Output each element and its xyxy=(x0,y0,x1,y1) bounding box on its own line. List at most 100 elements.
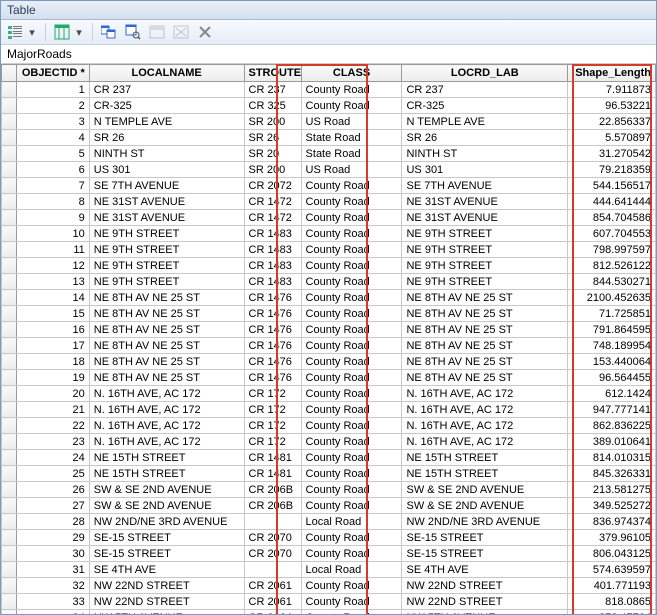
row-selector[interactable] xyxy=(2,370,17,386)
list-by-icon[interactable] xyxy=(7,24,23,40)
row-selector[interactable] xyxy=(2,514,17,530)
table-row[interactable]: 5NINTH STSR 20State RoadNINTH ST31.27054… xyxy=(2,146,656,162)
switch-selection-icon[interactable] xyxy=(149,24,165,40)
row-selector[interactable] xyxy=(2,226,17,242)
table-row[interactable]: 25NE 15TH STREETCR 1481County RoadNE 15T… xyxy=(2,466,656,482)
row-selector[interactable] xyxy=(2,578,17,594)
row-selector[interactable] xyxy=(2,498,17,514)
cell-shapelength: 153.440064 xyxy=(568,354,656,370)
row-selector[interactable] xyxy=(2,402,17,418)
cell-stroute: CR 1483 xyxy=(244,258,301,274)
row-selector[interactable] xyxy=(2,162,17,178)
cell-shapelength: 379.96105 xyxy=(568,530,656,546)
table-row[interactable]: 11NE 9TH STREETCR 1483County RoadNE 9TH … xyxy=(2,242,656,258)
cell-stroute: CR 2070 xyxy=(244,530,301,546)
table-row[interactable]: 24NE 15TH STREETCR 1481County RoadNE 15T… xyxy=(2,450,656,466)
row-selector[interactable] xyxy=(2,258,17,274)
table-row[interactable]: 29SE-15 STREETCR 2070County RoadSE-15 ST… xyxy=(2,530,656,546)
row-selector[interactable] xyxy=(2,418,17,434)
table-row[interactable]: 27SW & SE 2ND AVENUECR 206BCounty RoadSW… xyxy=(2,498,656,514)
table-options-icon[interactable] xyxy=(54,24,70,40)
table-row[interactable]: 34NW 5TH AVENUECR 2064County RoadNW 5TH … xyxy=(2,610,656,615)
col-locrdlab[interactable]: LOCRD_LAB xyxy=(402,65,568,82)
table-row[interactable]: 2CR-325CR 325County RoadCR-32596.53221 xyxy=(2,98,656,114)
table-row[interactable]: 8NE 31ST AVENUECR 1472County RoadNE 31ST… xyxy=(2,194,656,210)
table-row[interactable]: 21N. 16TH AVE, AC 172CR 172County RoadN.… xyxy=(2,402,656,418)
table-row[interactable]: 7SE 7TH AVENUECR 2072County RoadSE 7TH A… xyxy=(2,178,656,194)
row-selector[interactable] xyxy=(2,450,17,466)
table-row[interactable]: 14NE 8TH AV NE 25 STCR 1476County RoadNE… xyxy=(2,290,656,306)
table-row[interactable]: 30SE-15 STREETCR 2070County RoadSE-15 ST… xyxy=(2,546,656,562)
row-selector[interactable] xyxy=(2,82,17,98)
table-row[interactable]: 33NW 22ND STREETCR 2061County RoadNW 22N… xyxy=(2,594,656,610)
row-selector[interactable] xyxy=(2,146,17,162)
table-row[interactable]: 16NE 8TH AV NE 25 STCR 1476County RoadNE… xyxy=(2,322,656,338)
row-selector[interactable] xyxy=(2,98,17,114)
row-selector[interactable] xyxy=(2,114,17,130)
table-row[interactable]: 26SW & SE 2ND AVENUECR 206BCounty RoadSW… xyxy=(2,482,656,498)
cell-shapelength: 748.189954 xyxy=(568,338,656,354)
table-row[interactable]: 6US 301SR 200US RoadUS 30179.218359 xyxy=(2,162,656,178)
row-selector[interactable] xyxy=(2,530,17,546)
row-selector[interactable] xyxy=(2,306,17,322)
table-row[interactable]: 13NE 9TH STREETCR 1483County RoadNE 9TH … xyxy=(2,274,656,290)
row-selector[interactable] xyxy=(2,434,17,450)
table-row[interactable]: 9NE 31ST AVENUECR 1472County RoadNE 31ST… xyxy=(2,210,656,226)
row-selector[interactable] xyxy=(2,562,17,578)
table-row[interactable]: 22N. 16TH AVE, AC 172CR 172County RoadN.… xyxy=(2,418,656,434)
table-row[interactable]: 19NE 8TH AV NE 25 STCR 1476County RoadNE… xyxy=(2,370,656,386)
cell-objectid: 33 xyxy=(17,594,89,610)
table-row[interactable]: 1CR 237CR 237County RoadCR 2377.911873 xyxy=(2,82,656,98)
table-row[interactable]: 3N TEMPLE AVESR 200US RoadN TEMPLE AVE22… xyxy=(2,114,656,130)
table-row[interactable]: 23N. 16TH AVE, AC 172CR 172County RoadN.… xyxy=(2,434,656,450)
list-by-dropdown[interactable]: ▾ xyxy=(27,24,37,40)
table-row[interactable]: 28NW 2ND/NE 3RD AVENUELocal RoadNW 2ND/N… xyxy=(2,514,656,530)
row-selector[interactable] xyxy=(2,322,17,338)
table-row[interactable]: 4SR 26SR 26State RoadSR 265.570897 xyxy=(2,130,656,146)
select-by-attributes-icon[interactable] xyxy=(125,24,141,40)
col-shapelength[interactable]: Shape_Length xyxy=(568,65,656,82)
cell-locrdlab: NE 9TH STREET xyxy=(402,258,568,274)
cell-objectid: 4 xyxy=(17,130,89,146)
cell-localname: NE 8TH AV NE 25 ST xyxy=(89,290,244,306)
row-selector[interactable] xyxy=(2,482,17,498)
cell-shapelength: 5.570897 xyxy=(568,130,656,146)
cell-shapelength: 612.1424 xyxy=(568,386,656,402)
col-stroute[interactable]: STROUTE xyxy=(244,65,301,82)
cell-stroute: SR 200 xyxy=(244,162,301,178)
row-selector[interactable] xyxy=(2,354,17,370)
cell-objectid: 19 xyxy=(17,370,89,386)
col-class[interactable]: CLASS xyxy=(301,65,402,82)
table-row[interactable]: 31SE 4TH AVELocal RoadSE 4TH AVE574.6395… xyxy=(2,562,656,578)
row-selector[interactable] xyxy=(2,546,17,562)
table-row[interactable]: 20N. 16TH AVE, AC 172CR 172County RoadN.… xyxy=(2,386,656,402)
row-selector[interactable] xyxy=(2,274,17,290)
row-selector[interactable] xyxy=(2,194,17,210)
row-selector-header[interactable] xyxy=(2,65,17,82)
table-row[interactable]: 15NE 8TH AV NE 25 STCR 1476County RoadNE… xyxy=(2,306,656,322)
table-row[interactable]: 17NE 8TH AV NE 25 STCR 1476County RoadNE… xyxy=(2,338,656,354)
row-selector[interactable] xyxy=(2,386,17,402)
cell-objectid: 14 xyxy=(17,290,89,306)
row-selector[interactable] xyxy=(2,242,17,258)
cell-shapelength: 845.326331 xyxy=(568,466,656,482)
row-selector[interactable] xyxy=(2,178,17,194)
row-selector[interactable] xyxy=(2,290,17,306)
row-selector[interactable] xyxy=(2,466,17,482)
close-icon[interactable] xyxy=(197,24,213,40)
clear-selection-icon[interactable] xyxy=(173,24,189,40)
related-tables-icon[interactable] xyxy=(101,24,117,40)
table-row[interactable]: 10NE 9TH STREETCR 1483County RoadNE 9TH … xyxy=(2,226,656,242)
row-selector[interactable] xyxy=(2,130,17,146)
table-options-dropdown[interactable]: ▾ xyxy=(74,24,84,40)
row-selector[interactable] xyxy=(2,210,17,226)
col-objectid[interactable]: OBJECTID * xyxy=(17,65,89,82)
table-row[interactable]: 18NE 8TH AV NE 25 STCR 1476County RoadNE… xyxy=(2,354,656,370)
col-localname[interactable]: LOCALNAME xyxy=(89,65,244,82)
cell-shapelength: 818.0865 xyxy=(568,594,656,610)
table-row[interactable]: 12NE 9TH STREETCR 1483County RoadNE 9TH … xyxy=(2,258,656,274)
row-selector[interactable] xyxy=(2,610,17,615)
row-selector[interactable] xyxy=(2,594,17,610)
row-selector[interactable] xyxy=(2,338,17,354)
table-row[interactable]: 32NW 22ND STREETCR 2061County RoadNW 22N… xyxy=(2,578,656,594)
